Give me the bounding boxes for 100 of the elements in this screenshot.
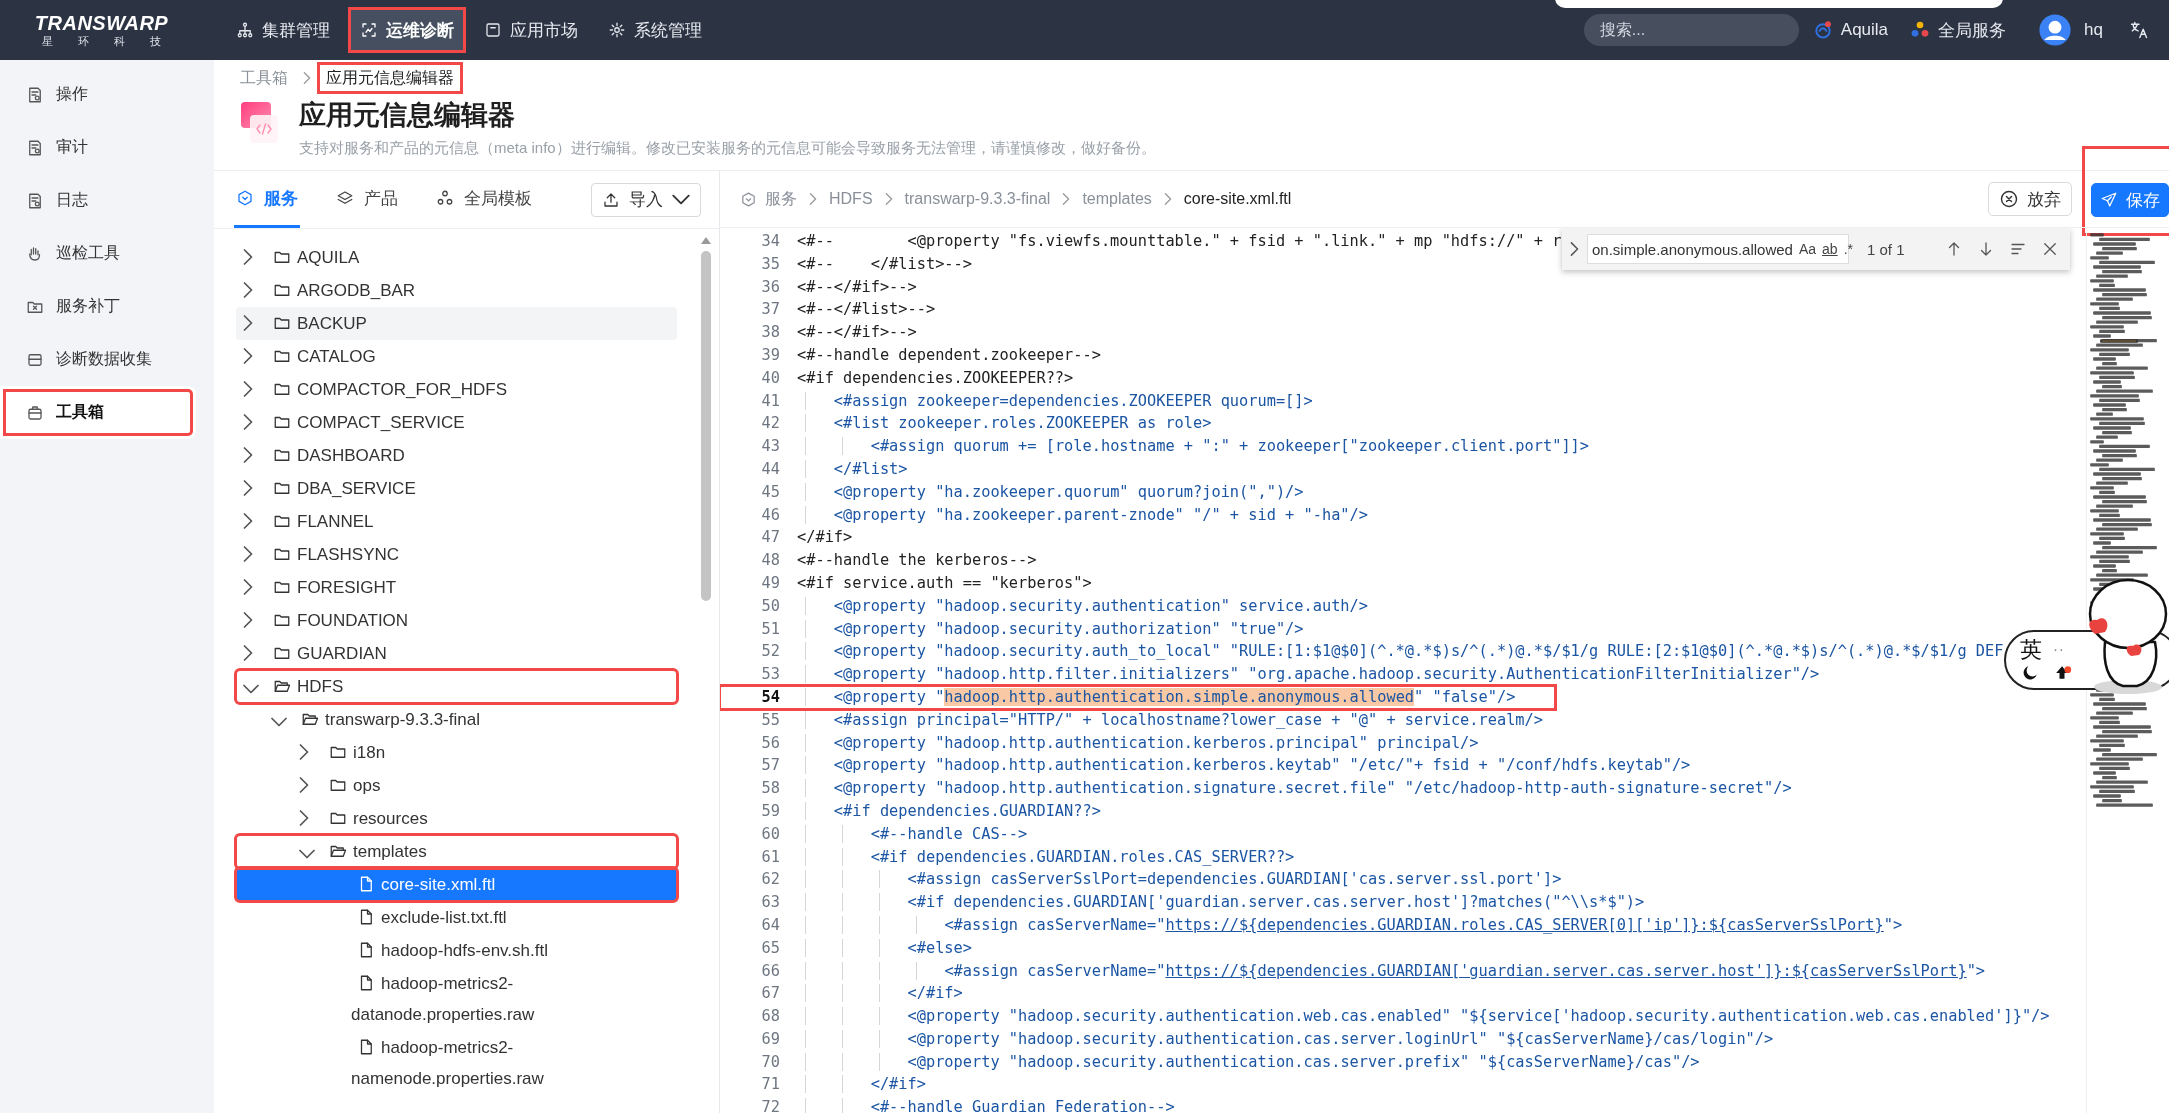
page-title: 应用元信息编辑器 bbox=[299, 99, 516, 132]
nav-tab[interactable]: 系统管理 bbox=[599, 10, 711, 50]
code-line: <@property "hadoop.security.authorization" "true"/> bbox=[797, 617, 1304, 641]
line-number: 44 bbox=[760, 458, 781, 480]
line-number: 57 bbox=[760, 755, 781, 777]
code-line: <@property "hadoop.security.authentication.cas.server.prefix" "${casServerName}/cas"/> bbox=[797, 1050, 1700, 1074]
folder-item[interactable]: i18n bbox=[236, 736, 677, 769]
code-line: <#--</#if>--> bbox=[797, 276, 917, 298]
folder-item[interactable]: resources bbox=[236, 802, 677, 835]
brand-tagline: 星 环 科 技 bbox=[40, 34, 173, 48]
file-item[interactable]: core-site.xml.ftl bbox=[236, 868, 677, 901]
code-line: <#if service.auth == "kerberos"> bbox=[797, 572, 1092, 594]
tab[interactable]: 服务 bbox=[234, 171, 300, 228]
line-number: 47 bbox=[760, 527, 781, 549]
folder-item[interactable]: ops bbox=[236, 769, 677, 802]
code-line: </#if> bbox=[797, 1073, 926, 1097]
file-item[interactable]: hadoop-metrics2-namenode.properties.raw bbox=[236, 1031, 677, 1095]
code-line: </#list> bbox=[797, 457, 908, 481]
line-number: 40 bbox=[760, 367, 781, 389]
folder-item[interactable]: AQUILA bbox=[236, 241, 677, 274]
folder-item[interactable]: GUARDIAN bbox=[236, 637, 677, 670]
line-number: 38 bbox=[760, 322, 781, 344]
folder-item[interactable]: CATALOG bbox=[236, 340, 677, 373]
folder-item[interactable]: BACKUP bbox=[236, 307, 677, 340]
page-description: 支持对服务和产品的元信息（meta info）进行编辑。修改已安装服务的元信息可能会导致服务无法管理，请谨慎修改，做好备份。 bbox=[299, 138, 1156, 158]
code-line: <#-- <@property "fs.viewfs.mounttable." + fsid + ".link." + mp "hdfs://" + r bbox=[797, 231, 1562, 252]
sidebar-item[interactable]: 巡检工具 bbox=[0, 227, 196, 280]
ime-mode-label[interactable]: 英 bbox=[2020, 637, 2044, 663]
path-link[interactable]: core-site.xml.ftl bbox=[1183, 190, 1292, 208]
line-number: 56 bbox=[760, 732, 781, 754]
line-number: 64 bbox=[760, 914, 781, 936]
code-line: <#if dependencies.ZOOKEEPER??> bbox=[797, 367, 1074, 389]
code-line: <#assign principal="HTTP/" + localhostname?lower_case + "@" + service.realm/> bbox=[797, 708, 1543, 732]
folder-item[interactable]: FORESIGHT bbox=[236, 571, 677, 604]
folder-item[interactable]: ARGODB_BAR bbox=[236, 274, 677, 307]
folder-item[interactable]: FOUNDATION bbox=[236, 604, 677, 637]
tab[interactable]: 产品 bbox=[334, 171, 400, 228]
nav-tab[interactable]: 应用市场 bbox=[475, 10, 587, 50]
code-line: <@property "hadoop.http.authentication.kerberos.principal" principal/> bbox=[797, 731, 1479, 755]
sidebar-item[interactable]: 审计 bbox=[0, 121, 196, 174]
line-number: 45 bbox=[760, 481, 781, 503]
line-number: 41 bbox=[760, 390, 781, 412]
code-line: <#assign casServerName="https://${dependencies.GUARDIAN.roles.CAS_SERVER[0]['ip']}:${casServerSslPort}"> bbox=[797, 913, 1903, 937]
line-number: 58 bbox=[760, 778, 781, 800]
discard-button[interactable]: 放弃 bbox=[1988, 182, 2072, 216]
sidebar-item[interactable]: 操作 bbox=[0, 68, 196, 121]
line-number: 63 bbox=[760, 892, 781, 914]
folder-item[interactable]: DASHBOARD bbox=[236, 439, 677, 472]
folder-item[interactable]: FLANNEL bbox=[236, 505, 677, 538]
code-line: <@property "hadoop.security.authentication.cas.server.loginUrl" "${casServerName}/cas/login"/> bbox=[797, 1027, 1774, 1051]
code-line: <#assign casServerName="https://${dependencies.GUARDIAN['guardian.server.cas.server.host']}:${casServerSslPort}"> bbox=[797, 959, 1986, 983]
match-option[interactable]: ab bbox=[1822, 241, 1838, 257]
file-item[interactable]: hadoop-hdfs-env.sh.ftl bbox=[236, 934, 677, 967]
code-line: <@property "hadoop.security.auth_to_local" "RULE:[1:$1@$0](^.*@.*$)s/^(.*)@.*$/$1/g RULE:[2:$1@$0](^.*@.*$)s/^(.*)@.*$/$1/g DEF bbox=[797, 640, 2004, 664]
code-line: <#--</#list>--> bbox=[797, 299, 936, 321]
line-number: 46 bbox=[760, 504, 781, 526]
import-button[interactable]: 导入 bbox=[591, 182, 701, 217]
breadcrumb-link[interactable]: 应用元信息编辑器 bbox=[317, 62, 463, 94]
code-line: <#--handle dependent.zookeeper--> bbox=[797, 345, 1101, 366]
folder-item[interactable]: FLASHSYNC bbox=[236, 538, 677, 571]
header-link[interactable]: Aquila bbox=[1812, 20, 1889, 40]
line-number: 65 bbox=[760, 937, 781, 959]
code-line: <#else> bbox=[797, 936, 972, 960]
code-line: <#--handle the kerberos--> bbox=[797, 550, 1037, 572]
folder-item[interactable]: COMPACT_SERVICE bbox=[236, 406, 677, 439]
file-item[interactable]: exclude-list.txt.ftl bbox=[236, 901, 677, 934]
line-number: 69 bbox=[760, 1028, 781, 1050]
line-number: 68 bbox=[760, 1006, 781, 1028]
line-number: 36 bbox=[760, 276, 781, 298]
line-number: 48 bbox=[760, 550, 781, 572]
code-line: <@property "ha.zookeeper.parent-znode" "/" + sid + "-ha"/> bbox=[797, 503, 1368, 527]
code-line: <#--handle CAS--> bbox=[797, 822, 1028, 846]
line-number: 59 bbox=[760, 800, 781, 822]
line-number: 37 bbox=[760, 299, 781, 321]
tab[interactable]: 全局模板 bbox=[434, 171, 534, 228]
line-number: 55 bbox=[760, 709, 781, 731]
code-line: <#if dependencies.GUARDIAN['guardian.server.cas.server.host']?matches("^\\s*$")> bbox=[797, 891, 1645, 914]
code-line: <#if dependencies.GUARDIAN??> bbox=[797, 799, 1101, 823]
line-number: 50 bbox=[760, 595, 781, 617]
code-line: <@property "ha.zookeeper.quorum" quorum?join(",")/> bbox=[797, 480, 1304, 504]
nav-tab[interactable]: 集群管理 bbox=[227, 10, 339, 50]
folder-item[interactable]: HDFS bbox=[236, 670, 677, 703]
line-number: 60 bbox=[760, 823, 781, 845]
sidebar-item[interactable]: 日志 bbox=[0, 174, 196, 227]
search-field[interactable]: 搜索... bbox=[1583, 14, 1799, 46]
nav-tab[interactable]: 运维诊断 bbox=[351, 10, 463, 50]
code-line: </#if> bbox=[797, 982, 963, 1006]
line-number: 52 bbox=[760, 641, 781, 663]
header-link[interactable]: 全局服务 bbox=[1910, 18, 2007, 42]
brand-logo: TRANSWARP bbox=[34, 12, 169, 34]
save-button[interactable]: 保存 bbox=[2091, 183, 2169, 217]
code-line: <#assign quorum += [role.hostname + ":" + zookeeper["zookeeper.client.port"]]> bbox=[797, 435, 1590, 458]
folder-item[interactable]: templates bbox=[236, 835, 677, 868]
sidebar-item[interactable]: 工具箱 bbox=[0, 386, 196, 439]
folder-item[interactable]: transwarp-9.3.3-final bbox=[236, 703, 677, 736]
folder-item[interactable]: DBA_SERVICE bbox=[236, 472, 677, 505]
sidebar-item[interactable]: 服务补丁 bbox=[0, 280, 196, 333]
sidebar-item[interactable]: 诊断数据收集 bbox=[0, 333, 196, 386]
match-option[interactable]: Aa bbox=[1798, 241, 1817, 257]
folder-item[interactable]: COMPACTOR_FOR_HDFS bbox=[236, 373, 677, 406]
